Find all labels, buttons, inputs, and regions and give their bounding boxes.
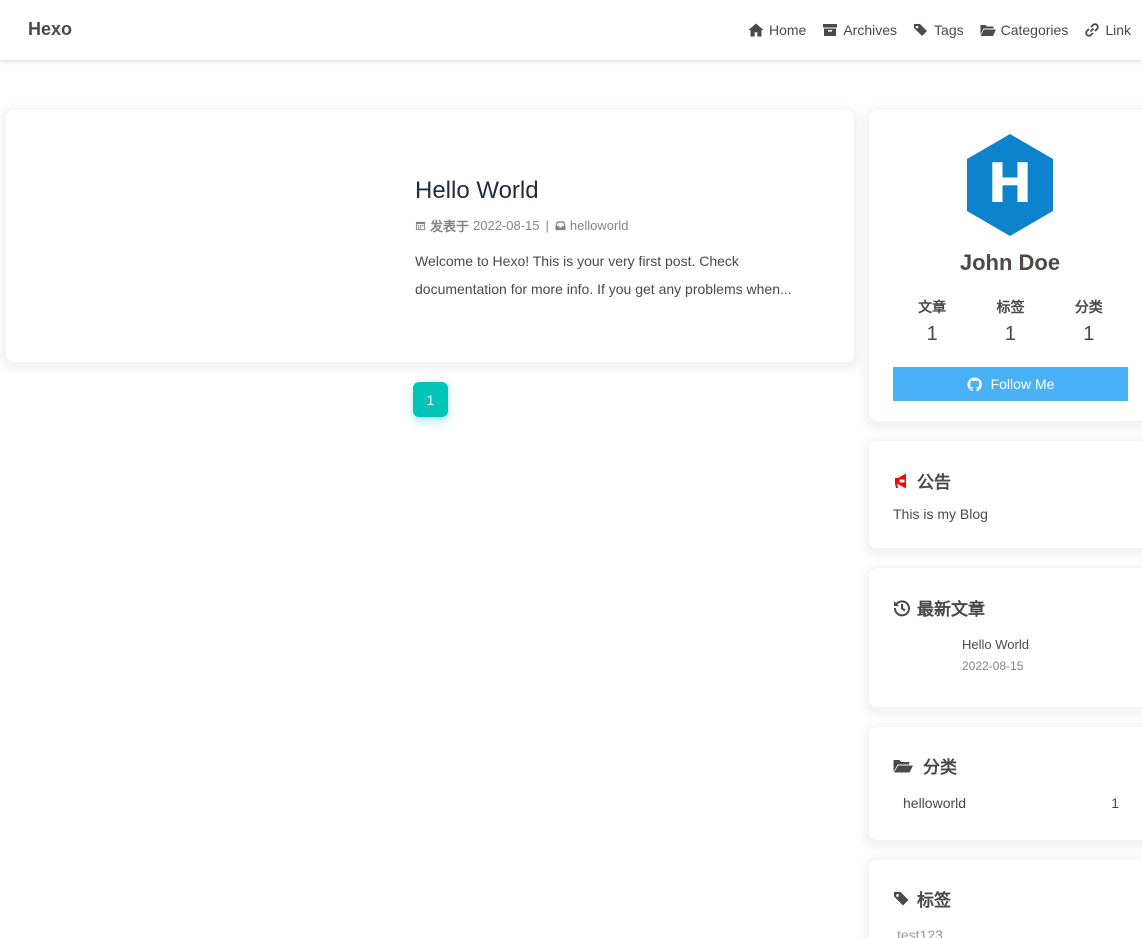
author-name: John Doe [959, 250, 1061, 275]
follow-me-label: Follow Me [990, 376, 1055, 392]
categories-card: 分类 helloworld 1 [869, 727, 1142, 840]
category-item[interactable]: helloworld 1 [903, 795, 1119, 811]
stat-value: 1 [1083, 323, 1095, 345]
nav-item-label: Archives [843, 22, 898, 38]
nav-item-label: Link [1105, 22, 1131, 38]
stat-value: 1 [926, 323, 938, 345]
stat-tags[interactable]: 标签 1 [971, 297, 1049, 346]
categories-title: 分类 [923, 758, 957, 777]
github-icon [967, 376, 982, 391]
home-icon [748, 23, 764, 37]
announcement-headline: 公告 [893, 468, 951, 493]
tag-item[interactable]: test123 [897, 927, 943, 938]
folder-open-icon [980, 25, 996, 36]
announcement-text: This is my Blog [893, 506, 988, 522]
nav-menu: Home Archives Tags Categories Link [732, 22, 1131, 38]
category-name: helloworld [903, 795, 967, 811]
nav-item-label: Categories [1000, 22, 1069, 38]
nav-item-link[interactable]: Link [1084, 22, 1131, 38]
stat-posts[interactable]: 文章 1 [893, 297, 971, 346]
post-meta: 发表于 2022-08-15 | helloworld [415, 216, 815, 235]
author-card: H John Doe 文章 1 标签 1 分类 1 Follow Me [869, 110, 1142, 421]
recent-post-date: 2022-08-15 [962, 659, 1024, 673]
tags-headline: 标签 [893, 886, 951, 911]
stat-label: 分类 [1074, 299, 1103, 315]
inbox-icon [555, 221, 566, 231]
meta-separator: | [545, 218, 549, 233]
tags-card: 标签 test123 [869, 860, 1142, 938]
follow-me-button[interactable]: Follow Me [893, 367, 1128, 401]
post-category-link[interactable]: helloworld [570, 218, 629, 233]
calendar-icon [415, 221, 426, 231]
stat-value: 1 [1004, 323, 1017, 345]
post-title[interactable]: Hello World [415, 176, 815, 206]
author-stats: 文章 1 标签 1 分类 1 [893, 297, 1128, 346]
nav-item-label: Home [768, 22, 807, 38]
post-excerpt: Welcome to Hexo! This is your very first… [415, 253, 792, 297]
category-count: 1 [1111, 795, 1119, 811]
recent-posts-title: 最新文章 [917, 600, 985, 619]
announcement-card: 公告 This is my Blog [869, 441, 1142, 548]
recent-posts-headline: 最新文章 [893, 595, 985, 620]
stat-label: 标签 [996, 299, 1025, 315]
tags-icon [894, 891, 909, 905]
categories-headline: 分类 [893, 753, 957, 778]
post-info: Hello World 发表于 2022-08-15 | helloworld … [415, 176, 815, 303]
announcement-title: 公告 [917, 473, 951, 492]
post-meta-label: 发表于 [430, 219, 470, 234]
nav-item-archives[interactable]: Archives [822, 22, 897, 38]
avatar-letter: H [987, 152, 1032, 215]
link-icon [1085, 23, 1100, 37]
navbar: Hexo Home Archives Tags Categories Link [0, 0, 1142, 60]
stat-label: 文章 [918, 299, 947, 315]
post-date: 2022-08-15 [473, 218, 540, 233]
history-icon [893, 599, 910, 616]
recent-post-title[interactable]: Hello World [962, 637, 1029, 652]
avatar[interactable]: H [965, 134, 1055, 236]
recent-post-item[interactable]: Hello World 2022-08-15 [962, 637, 1029, 673]
nav-item-tags[interactable]: Tags [913, 22, 964, 38]
folder-open-icon [893, 759, 913, 772]
nav-item-home[interactable]: Home [748, 22, 806, 38]
bullhorn-icon [895, 473, 906, 488]
tags-icon [914, 24, 928, 36]
pagination-current-page[interactable]: 1 [413, 382, 448, 417]
archive-icon [823, 24, 838, 36]
nav-item-label: Tags [934, 22, 964, 38]
stat-categories[interactable]: 分类 1 [1050, 297, 1128, 346]
tags-title: 标签 [917, 891, 951, 910]
recent-posts-card: 最新文章 Hello World 2022-08-15 [869, 568, 1142, 707]
post-card: Hello World 发表于 2022-08-15 | helloworld … [6, 110, 854, 362]
site-name[interactable]: Hexo [28, 19, 72, 40]
nav-item-categories[interactable]: Categories [980, 22, 1069, 38]
